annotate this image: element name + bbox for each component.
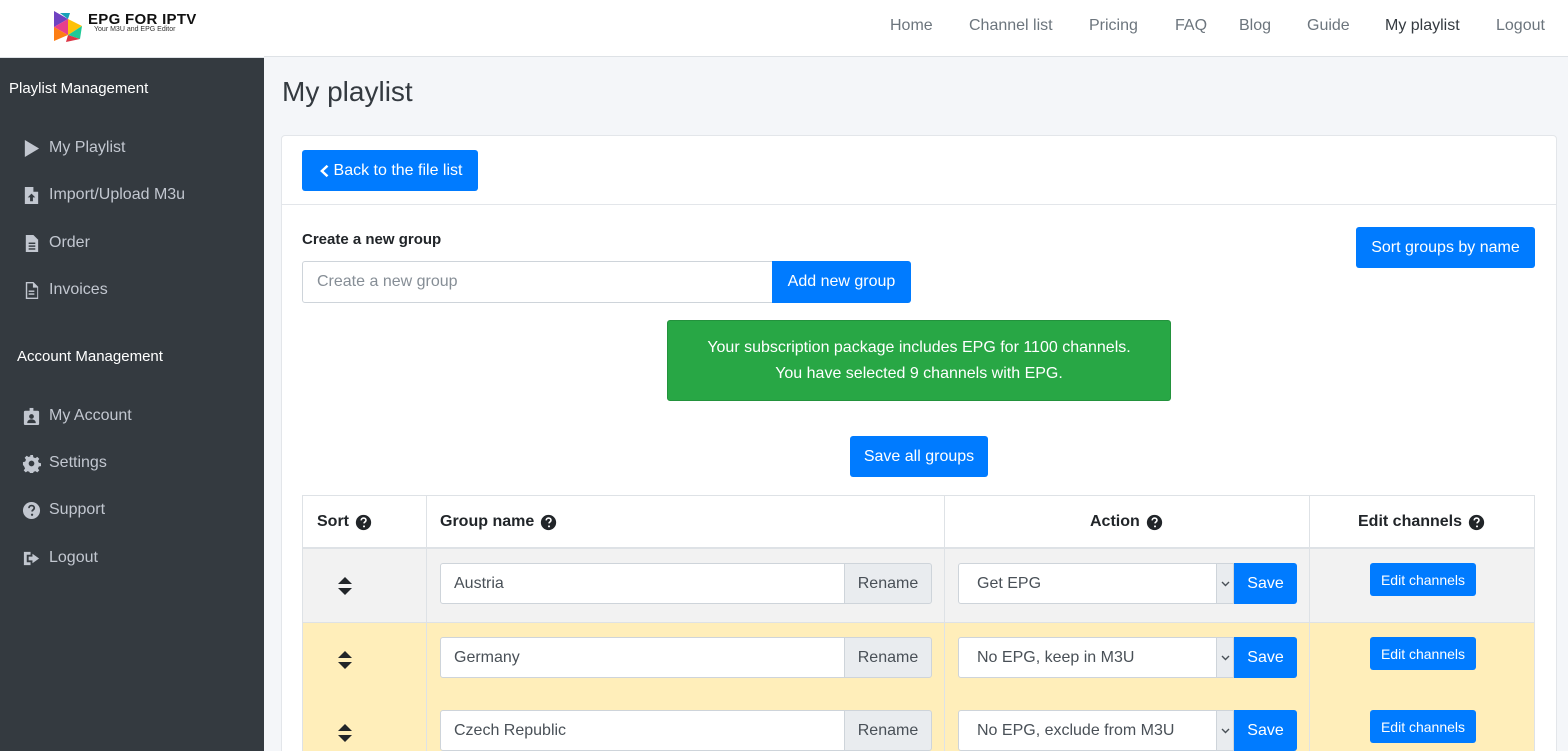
sidebar-item-import-upload[interactable]: Import/Upload M3u xyxy=(20,180,250,210)
group-name-input[interactable] xyxy=(440,710,845,751)
question-circle-icon xyxy=(20,499,42,521)
sidebar-header-account: Account Management xyxy=(17,348,163,365)
nav-logout[interactable]: Logout xyxy=(1496,17,1545,35)
sidebar-item-label: Order xyxy=(49,234,90,251)
rename-button[interactable]: Rename xyxy=(844,710,932,751)
chevron-left-icon xyxy=(319,164,328,177)
nav-faq[interactable]: FAQ xyxy=(1175,17,1207,35)
create-group-label: Create a new group xyxy=(302,231,442,248)
sidebar-item-label: Logout xyxy=(49,549,98,566)
sidebar-item-logout[interactable]: Logout xyxy=(20,543,250,573)
file-text-icon xyxy=(20,232,42,254)
create-group-input[interactable] xyxy=(302,261,773,303)
help-icon[interactable] xyxy=(1468,514,1485,531)
sort-handle-icon[interactable] xyxy=(337,723,353,743)
th-edit-channels-label: Edit channels xyxy=(1358,513,1463,530)
id-badge-icon xyxy=(20,405,42,427)
sidebar-item-label: Settings xyxy=(49,454,107,471)
th-edit-channels: Edit channels xyxy=(1358,496,1485,548)
chevron-down-icon xyxy=(1216,638,1233,677)
nav-guide[interactable]: Guide xyxy=(1307,17,1350,35)
th-sort: Sort xyxy=(317,496,372,548)
column-divider xyxy=(1309,495,1310,751)
action-select-value: No EPG, keep in M3U xyxy=(977,648,1135,666)
chevron-down-icon xyxy=(1216,564,1233,603)
alert-line-selected: You have selected 9 channels with EPG. xyxy=(775,364,1063,382)
sign-out-icon xyxy=(20,547,42,569)
nav-home[interactable]: Home xyxy=(890,17,933,35)
top-navbar: Home Channel list Pricing FAQ Blog Guide… xyxy=(264,0,1568,57)
brand-logo[interactable]: EPG FOR IPTV Your M3U and EPG Editor xyxy=(0,0,264,58)
chevron-down-icon xyxy=(1216,711,1233,750)
column-divider xyxy=(426,495,427,751)
help-icon[interactable] xyxy=(540,514,557,531)
column-divider xyxy=(944,495,945,751)
sort-handle-icon[interactable] xyxy=(337,576,353,596)
sidebar-item-label: My Playlist xyxy=(49,139,126,156)
rename-button[interactable]: Rename xyxy=(844,637,932,678)
gear-icon xyxy=(20,452,42,474)
table-header: Sort Group name Action Edit channels xyxy=(302,495,1535,549)
th-action: Action xyxy=(1090,496,1163,548)
sidebar-item-label: Invoices xyxy=(49,281,108,298)
action-select-value: Get EPG xyxy=(977,574,1042,592)
help-icon[interactable] xyxy=(1146,514,1163,531)
action-select[interactable]: Get EPG xyxy=(958,563,1234,604)
sidebar-item-invoices[interactable]: Invoices xyxy=(20,275,250,305)
nav-my-playlist[interactable]: My playlist xyxy=(1385,17,1460,35)
sidebar-item-label: My Account xyxy=(49,407,132,424)
back-to-file-list-button[interactable]: Back to the file list xyxy=(302,150,478,191)
file-upload-icon xyxy=(20,184,42,206)
save-button[interactable]: Save xyxy=(1234,563,1297,604)
th-sort-label: Sort xyxy=(317,513,349,530)
help-icon[interactable] xyxy=(355,514,372,531)
save-button[interactable]: Save xyxy=(1234,710,1297,751)
sort-handle-icon[interactable] xyxy=(337,650,353,670)
card-header-divider xyxy=(282,204,1556,205)
sidebar-header-playlist: Playlist Management xyxy=(9,80,149,97)
th-group-name: Group name xyxy=(440,496,557,548)
alert-line-package: Your subscription package includes EPG f… xyxy=(707,338,1131,356)
save-all-groups-button[interactable]: Save all groups xyxy=(850,436,988,477)
back-button-label: Back to the file list xyxy=(333,161,463,179)
sidebar-item-my-account[interactable]: My Account xyxy=(20,401,250,431)
rename-button[interactable]: Rename xyxy=(844,563,932,604)
table-row: Rename No EPG, exclude from M3U Save Edi… xyxy=(302,696,1535,751)
group-name-input[interactable] xyxy=(440,563,845,604)
group-name-input[interactable] xyxy=(440,637,845,678)
save-button[interactable]: Save xyxy=(1234,637,1297,678)
sidebar: Playlist Management My Playlist Import/U… xyxy=(0,58,264,751)
sidebar-item-order[interactable]: Order xyxy=(20,228,250,258)
sidebar-item-label: Import/Upload M3u xyxy=(49,186,186,203)
th-action-label: Action xyxy=(1090,513,1140,530)
play-icon xyxy=(20,137,42,159)
nav-pricing[interactable]: Pricing xyxy=(1089,17,1138,35)
brand-subtitle: Your M3U and EPG Editor xyxy=(94,26,176,33)
sort-groups-button[interactable]: Sort groups by name xyxy=(1356,227,1535,268)
edit-channels-button[interactable]: Edit channels xyxy=(1370,563,1476,596)
add-new-group-button[interactable]: Add new group xyxy=(772,261,911,303)
file-invoice-icon xyxy=(20,279,42,301)
sidebar-item-my-playlist[interactable]: My Playlist xyxy=(20,133,250,163)
logo-icon xyxy=(54,11,82,42)
action-select[interactable]: No EPG, exclude from M3U xyxy=(958,710,1234,751)
sidebar-item-support[interactable]: Support xyxy=(20,495,250,525)
edit-channels-button[interactable]: Edit channels xyxy=(1370,710,1476,743)
nav-channel-list[interactable]: Channel list xyxy=(969,17,1053,35)
action-select[interactable]: No EPG, keep in M3U xyxy=(958,637,1234,678)
table-row: Rename Get EPG Save Edit channels xyxy=(302,549,1535,623)
table-row: Rename No EPG, keep in M3U Save Edit cha… xyxy=(302,623,1535,697)
sidebar-item-label: Support xyxy=(49,501,106,518)
nav-blog[interactable]: Blog xyxy=(1239,17,1271,35)
edit-channels-button[interactable]: Edit channels xyxy=(1370,637,1476,670)
page-title: My playlist xyxy=(282,76,413,107)
th-group-name-label: Group name xyxy=(440,513,535,530)
action-select-value: No EPG, exclude from M3U xyxy=(977,721,1175,739)
sidebar-item-settings[interactable]: Settings xyxy=(20,448,250,478)
subscription-alert: Your subscription package includes EPG f… xyxy=(667,320,1171,401)
